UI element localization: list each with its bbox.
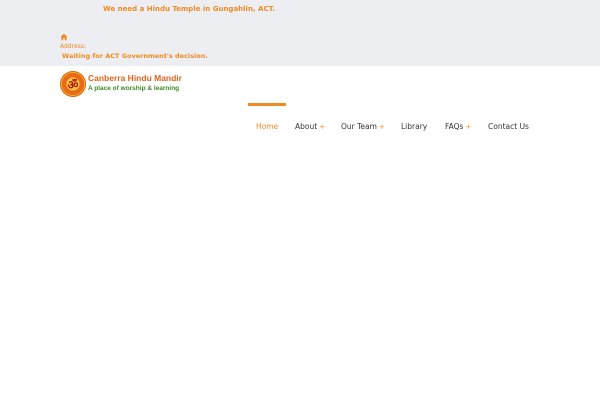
nav-item-label: Library	[401, 122, 428, 131]
nav-item-label: About	[295, 122, 318, 131]
nav-item-home[interactable]: Home	[256, 122, 278, 131]
nav-item-our-team[interactable]: Our Team +	[341, 122, 385, 131]
submenu-plus-icon: +	[378, 123, 385, 131]
om-glyph: ॐ	[67, 78, 79, 92]
nav-item-faqs[interactable]: FAQs +	[445, 122, 471, 131]
home-icon	[60, 33, 68, 41]
address-value: Waiting for ACT Government's decision.	[62, 52, 208, 60]
nav-item-label: Contact Us	[488, 122, 529, 131]
address-label: Address:	[60, 43, 86, 50]
site-tagline: A place of worship & learning	[88, 85, 180, 92]
main-navigation: Home About + Our Team + Library FAQs + Cont…	[0, 103, 600, 143]
site-logo[interactable]: ॐ Canberra Hindu Mandir A place of worsh…	[60, 71, 200, 99]
nav-item-label: Home	[256, 122, 279, 131]
nav-item-label: Our Team	[341, 122, 377, 131]
nav-item-about[interactable]: About +	[295, 122, 325, 131]
active-indicator	[248, 103, 286, 106]
top-info-bar: We need a Hindu Temple in Gungahlin, ACT…	[0, 0, 600, 66]
site-name: Canberra Hindu Mandir	[88, 73, 182, 83]
submenu-plus-icon: +	[465, 123, 472, 131]
submenu-plus-icon: +	[319, 123, 326, 131]
announcement-text: We need a Hindu Temple in Gungahlin, ACT…	[103, 5, 275, 13]
nav-item-label: FAQs	[445, 122, 464, 131]
om-emblem-icon: ॐ	[60, 71, 86, 97]
nav-item-library[interactable]: Library	[401, 122, 427, 131]
nav-item-contact-us[interactable]: Contact Us	[488, 122, 529, 131]
